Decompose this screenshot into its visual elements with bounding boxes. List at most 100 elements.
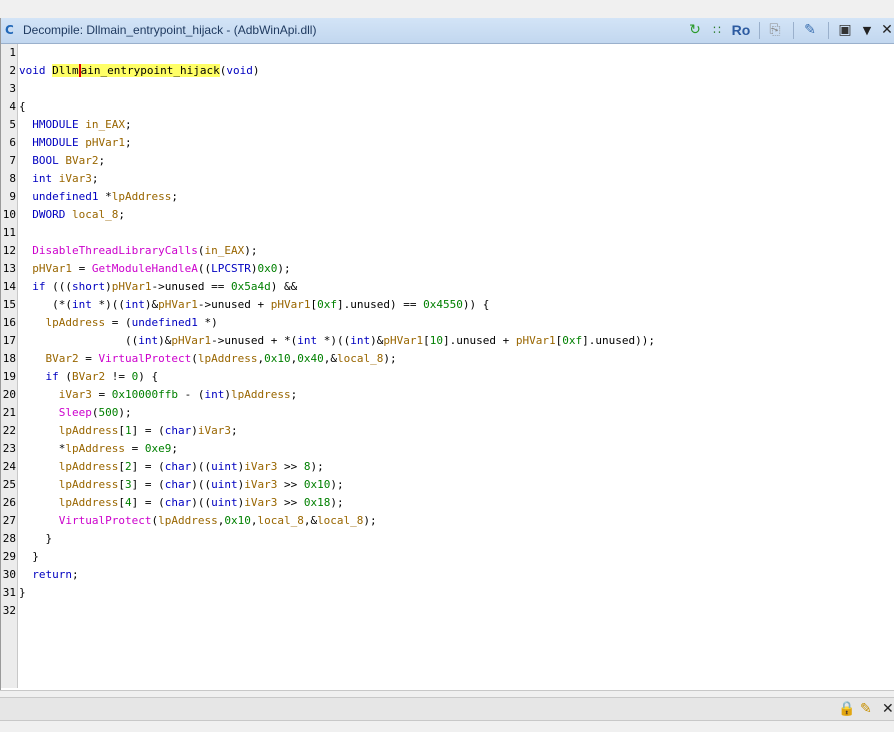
line-number: 29 bbox=[2, 550, 16, 563]
code-line[interactable]: 12 DisableThreadLibraryCalls(in_EAX); bbox=[1, 242, 894, 260]
line-number: 25 bbox=[2, 478, 16, 491]
code-line[interactable]: 25 lpAddress[3] = (char)((uint)iVar3 >> … bbox=[1, 476, 894, 494]
line-source: (*(int *)((int)&pHVar1->unused + pHVar1[… bbox=[52, 298, 490, 311]
line-source: lpAddress = (undefined1 *) bbox=[45, 316, 218, 329]
line-number: 26 bbox=[2, 496, 16, 509]
code-line[interactable]: 29 } bbox=[1, 548, 894, 566]
code-line[interactable]: 2 void Dllm ain_entrypoint_hijack(void) bbox=[1, 62, 894, 80]
line-source: } bbox=[45, 532, 53, 545]
code-line[interactable]: 22 lpAddress[1] = (char)iVar3; bbox=[1, 422, 894, 440]
line-number: 20 bbox=[2, 388, 16, 401]
top-strip bbox=[0, 0, 894, 19]
line-number: 21 bbox=[2, 406, 16, 419]
line-number: 17 bbox=[2, 334, 16, 347]
window-title: Decompile: Dllmain_entrypoint_hijack - (… bbox=[23, 23, 317, 37]
code-line[interactable]: 3 bbox=[1, 80, 894, 98]
code-line[interactable]: 14 if (((short)pHVar1->unused == 0x5a4d)… bbox=[1, 278, 894, 296]
code-line[interactable]: 19 if (BVar2 != 0) { bbox=[1, 368, 894, 386]
line-number: 1 bbox=[9, 46, 16, 59]
function-graph-icon[interactable]: ∷ bbox=[708, 21, 726, 40]
line-number: 10 bbox=[2, 208, 16, 221]
line-number: 16 bbox=[2, 316, 16, 329]
line-source: BVar2 = VirtualProtect(lpAddress,0x10,0x… bbox=[45, 352, 397, 365]
code-line[interactable]: 18 BVar2 = VirtualProtect(lpAddress,0x10… bbox=[1, 350, 894, 368]
code-line[interactable]: 21 Sleep(500); bbox=[1, 404, 894, 422]
line-source: DisableThreadLibraryCalls(in_EAX); bbox=[32, 244, 258, 257]
title-bar: C Decompile: Dllmain_entrypoint_hijack -… bbox=[1, 18, 894, 44]
code-line[interactable]: 4{ bbox=[1, 98, 894, 116]
line-source: BOOL BVar2; bbox=[32, 154, 106, 167]
line-number: 8 bbox=[9, 172, 16, 185]
ro-toggle-button[interactable]: Ro bbox=[730, 21, 752, 40]
code-line[interactable]: 13 pHVar1 = GetModuleHandleA((LPCSTR)0x0… bbox=[1, 260, 894, 278]
code-line[interactable]: 32 bbox=[1, 602, 894, 620]
code-line[interactable]: 15 (*(int *)((int)&pHVar1->unused + pHVa… bbox=[1, 296, 894, 314]
code-line[interactable]: 7 BOOL BVar2; bbox=[1, 152, 894, 170]
line-number: 9 bbox=[9, 190, 16, 203]
code-line[interactable]: 11 bbox=[1, 224, 894, 242]
code-line[interactable]: 5 HMODULE in_EAX; bbox=[1, 116, 894, 134]
line-source: if (BVar2 != 0) { bbox=[45, 370, 159, 383]
line-number: 7 bbox=[9, 154, 16, 167]
code-line[interactable]: 6 HMODULE pHVar1; bbox=[1, 134, 894, 152]
decompiler-icon: C bbox=[5, 23, 14, 37]
copy-icon[interactable]: ⎘ bbox=[765, 21, 785, 40]
code-line[interactable]: 9 undefined1 *lpAddress; bbox=[1, 188, 894, 206]
code-line[interactable]: 24 lpAddress[2] = (char)((uint)iVar3 >> … bbox=[1, 458, 894, 476]
code-line[interactable]: 1 bbox=[1, 44, 894, 62]
line-source: HMODULE pHVar1; bbox=[32, 136, 132, 149]
line-source: return; bbox=[32, 568, 79, 581]
code-line[interactable]: 31} bbox=[1, 584, 894, 602]
code-line[interactable]: 27 VirtualProtect(lpAddress,0x10,local_8… bbox=[1, 512, 894, 530]
horizontal-scrollbar[interactable] bbox=[0, 690, 894, 697]
toolbar-separator bbox=[793, 22, 794, 39]
line-source: iVar3 = 0x10000ffb - (int)lpAddress; bbox=[58, 388, 298, 401]
pencil-icon[interactable]: ✎ bbox=[860, 700, 872, 718]
line-number: 19 bbox=[2, 370, 16, 383]
decompiler-window: C Decompile: Dllmain_entrypoint_hijack -… bbox=[0, 18, 894, 690]
line-source: } bbox=[19, 586, 26, 599]
line-source: if (((short)pHVar1->unused == 0x5a4d) && bbox=[32, 280, 298, 293]
code-line[interactable]: 28 } bbox=[1, 530, 894, 548]
line-number: 12 bbox=[2, 244, 16, 257]
line-source: DWORD local_8; bbox=[32, 208, 125, 221]
line-number: 30 bbox=[2, 568, 16, 581]
line-number: 11 bbox=[2, 226, 16, 239]
snapshot-icon[interactable]: ▣ bbox=[835, 21, 855, 40]
edit-icon[interactable]: ✎ bbox=[800, 21, 820, 40]
code-listing[interactable]: 1 2 void Dllm ain_entrypoint_hijack(void) 3 4… bbox=[1, 44, 894, 688]
code-line[interactable]: 8 int iVar3; bbox=[1, 170, 894, 188]
highlighted-symbol[interactable]: Dllm ain_entrypoint_hijack bbox=[52, 64, 220, 77]
close-icon[interactable]: ✕ bbox=[879, 21, 894, 40]
lock-icon[interactable]: 🔒 bbox=[838, 700, 855, 718]
code-line[interactable]: 23 *lpAddress = 0xe9; bbox=[1, 440, 894, 458]
code-line[interactable]: 20 iVar3 = 0x10000ffb - (int)lpAddress; bbox=[1, 386, 894, 404]
line-source: VirtualProtect(lpAddress,0x10,local_8,&l… bbox=[58, 514, 377, 527]
line-source: pHVar1 = GetModuleHandleA((LPCSTR)0x0); bbox=[32, 262, 291, 275]
line-source: lpAddress[4] = (char)((uint)iVar3 >> 0x1… bbox=[58, 496, 344, 509]
chevron-down-icon[interactable]: ▼ bbox=[859, 21, 875, 40]
line-source: Sleep(500); bbox=[58, 406, 132, 419]
code-line[interactable]: 17 ((int)&pHVar1->unused + *(int *)((int… bbox=[1, 332, 894, 350]
code-line[interactable]: 26 lpAddress[4] = (char)((uint)iVar3 >> … bbox=[1, 494, 894, 512]
line-source: int iVar3; bbox=[32, 172, 99, 185]
code-line[interactable]: 16 lpAddress = (undefined1 *) bbox=[1, 314, 894, 332]
line-number: 15 bbox=[2, 298, 16, 311]
line-source: void Dllm ain_entrypoint_hijack(void) bbox=[19, 64, 260, 77]
close-icon[interactable]: ✕ bbox=[882, 700, 894, 718]
line-number: 18 bbox=[2, 352, 16, 365]
line-source: { bbox=[19, 100, 26, 113]
line-number: 23 bbox=[2, 442, 16, 455]
refresh-icon[interactable]: ↻ bbox=[685, 21, 705, 40]
line-number: 27 bbox=[2, 514, 16, 527]
code-line[interactable]: 10 DWORD local_8; bbox=[1, 206, 894, 224]
code-line[interactable]: 30 return; bbox=[1, 566, 894, 584]
line-number: 5 bbox=[9, 118, 16, 131]
line-number: 28 bbox=[2, 532, 16, 545]
line-source: ((int)&pHVar1->unused + *(int *)((int)&p… bbox=[124, 334, 655, 347]
line-number: 4 bbox=[9, 100, 16, 113]
line-number: 3 bbox=[9, 82, 16, 95]
line-source: } bbox=[32, 550, 39, 563]
line-number: 24 bbox=[2, 460, 16, 473]
line-number: 22 bbox=[2, 424, 16, 437]
